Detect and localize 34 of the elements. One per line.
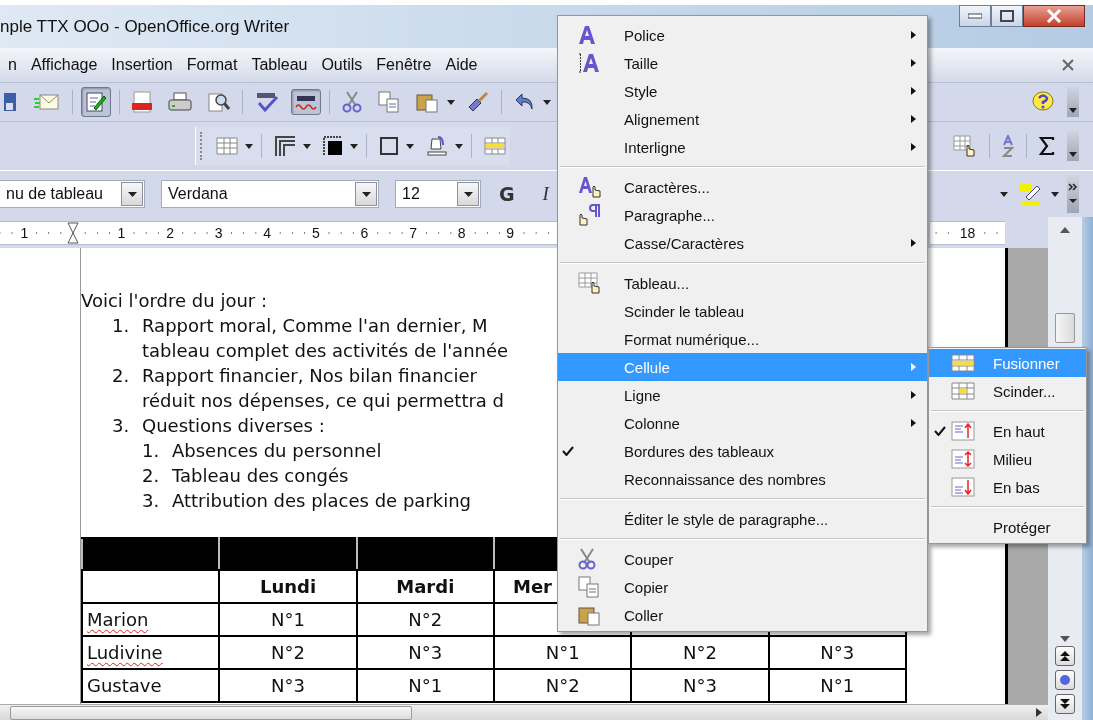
list-number: 2. xyxy=(111,364,131,388)
table-cell: N°2 xyxy=(545,675,580,696)
table-cell: N°2 xyxy=(683,642,717,663)
table-cell: N°1 xyxy=(820,675,855,696)
list-item-text: réduit nos dépenses, ce qui permettra d xyxy=(142,389,505,413)
table-cell: N°3 xyxy=(683,675,717,696)
list-item-text: Questions diverses : xyxy=(142,414,325,438)
window-title: nple TTX OOo - OpenOffice.org Writer xyxy=(0,16,290,37)
table-cell: N°1 xyxy=(408,675,443,696)
list-number: 1. xyxy=(111,314,131,338)
table-cell: Ludivine xyxy=(87,642,163,663)
list-item-text: Attribution des places de parking xyxy=(172,489,471,513)
table-cell: N°3 xyxy=(820,642,855,663)
list-number: 3. xyxy=(142,489,161,513)
list-item-text: Tableau des congés xyxy=(172,464,349,488)
table-cell: Gustave xyxy=(87,675,162,696)
column-header: Lundi xyxy=(259,576,317,597)
table-cell: N°1 xyxy=(271,609,305,630)
list-item-text: tableau complet des activités de l'année xyxy=(142,339,509,363)
list-item-text: Absences du personnel xyxy=(172,439,382,463)
list-number: 3. xyxy=(111,414,131,438)
list-item-text: Rapport financier, Nos bilan financier xyxy=(142,364,477,388)
column-header: Mardi xyxy=(396,576,455,597)
table-cell: N°2 xyxy=(271,642,305,663)
list-number: 1. xyxy=(142,439,161,463)
list-item-text: Rapport moral, Comme l'an dernier, M xyxy=(142,314,488,338)
table-cell: Marion xyxy=(87,609,149,630)
paragraph-text: Voici l'ordre du jour : xyxy=(81,289,267,313)
table-cell: N°3 xyxy=(271,675,305,696)
column-header: Mer xyxy=(513,576,552,597)
list-number: 2. xyxy=(142,464,161,488)
table-cell: N°3 xyxy=(408,642,443,663)
table-cell: N°1 xyxy=(545,642,580,663)
table-cell: N°2 xyxy=(408,609,443,630)
